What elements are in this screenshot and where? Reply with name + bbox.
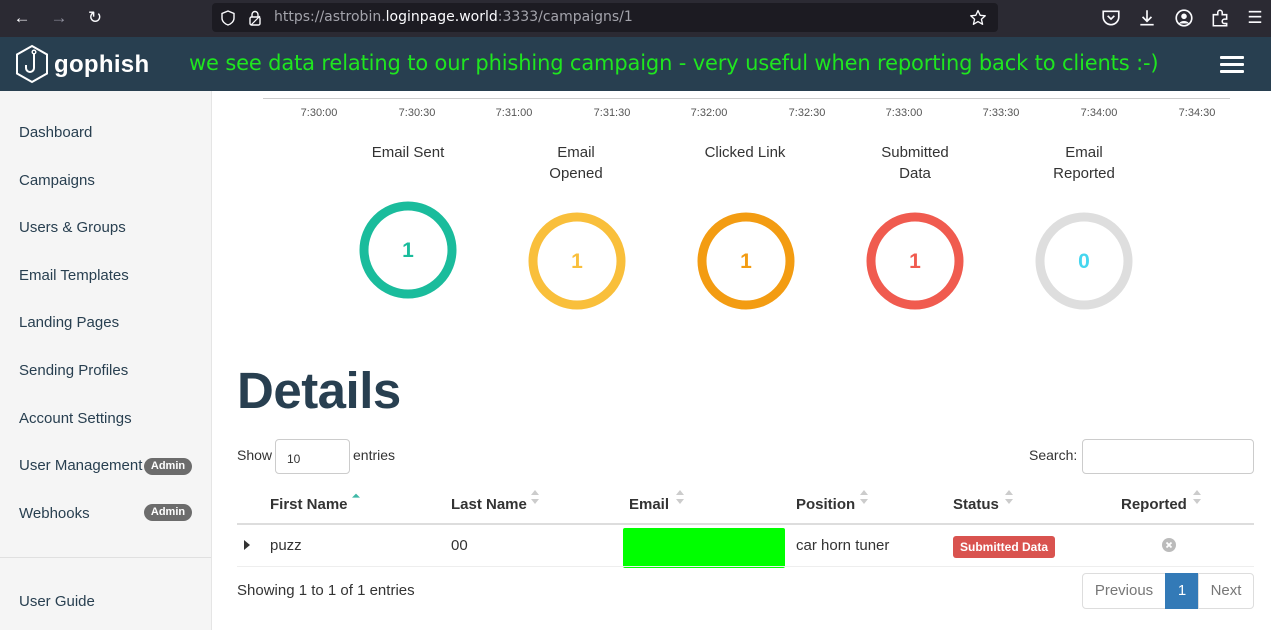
extensions-icon[interactable]: [1210, 8, 1230, 28]
stat-label: Email Opened: [549, 144, 603, 182]
show-label: Show: [237, 447, 273, 463]
app-navbar: gophish we see data relating to our phis…: [0, 37, 1271, 91]
search-input[interactable]: [1082, 439, 1254, 474]
timeline-tick: 7:33:30: [982, 107, 1020, 119]
search-label: Search:: [1029, 447, 1078, 463]
donut-value: 1: [402, 239, 414, 262]
sidebar-item-dashboard[interactable]: Dashboard: [19, 124, 92, 141]
pagination-previous[interactable]: Previous: [1082, 573, 1166, 609]
stat-label: Email Reported: [1053, 144, 1115, 182]
sidebar: Dashboard Campaigns Users & Groups Email…: [0, 91, 212, 630]
sidebar-divider: [0, 557, 211, 558]
sort-icon[interactable]: [1193, 489, 1201, 505]
forward-arrow-icon[interactable]: →: [48, 7, 70, 29]
donut-submitted-data[interactable]: 1: [864, 210, 966, 312]
table-info: Showing 1 to 1 of 1 entries: [237, 582, 415, 599]
not-reported-x-icon: [1162, 538, 1176, 552]
sort-icon[interactable]: [860, 489, 868, 505]
sidebar-item-email-templates[interactable]: Email Templates: [19, 267, 129, 284]
back-arrow-icon[interactable]: ←: [11, 7, 33, 29]
donut-value: 1: [740, 250, 752, 273]
timeline-tick: 7:34:30: [1178, 107, 1216, 119]
timeline-tick: 7:32:00: [690, 107, 728, 119]
stat-label: Clicked Link: [704, 144, 786, 161]
shield-icon[interactable]: [221, 10, 235, 26]
cell-first-name: puzz: [270, 537, 302, 554]
column-header-position[interactable]: Position: [796, 496, 855, 513]
url-text: https://astrobin.loginpage.world:3333/ca…: [274, 9, 633, 25]
timeline-tick: 7:34:00: [1080, 107, 1118, 119]
stat-email-opened: Email Opened: [533, 142, 619, 184]
entries-select[interactable]: 10: [275, 439, 350, 474]
timeline-tick: 7:31:00: [495, 107, 533, 119]
table-row-divider: [237, 566, 1254, 567]
sidebar-item-user-management[interactable]: User Management: [19, 457, 142, 474]
donut-value: 1: [571, 250, 583, 273]
gophish-hook-logo-icon[interactable]: [14, 44, 50, 84]
sidebar-item-webhooks[interactable]: Webhooks: [19, 505, 90, 522]
page-title: Details: [237, 362, 401, 419]
pocket-icon[interactable]: [1101, 8, 1121, 28]
stat-email-reported: Email Reported: [1041, 142, 1127, 184]
hamburger-menu-icon[interactable]: [1220, 56, 1244, 73]
address-bar[interactable]: https://astrobin.loginpage.world:3333/ca…: [212, 3, 998, 32]
sort-icon[interactable]: [1005, 489, 1013, 505]
account-icon[interactable]: [1174, 8, 1194, 28]
stat-clicked-link: Clicked Link: [702, 142, 788, 163]
timeline-tick: 7:32:30: [788, 107, 826, 119]
admin-badge: Admin: [144, 504, 192, 521]
stat-email-sent: Email Sent: [348, 142, 468, 163]
pagination-page-1[interactable]: 1: [1165, 573, 1199, 609]
pagination-next[interactable]: Next: [1198, 573, 1254, 609]
screenshot-annotation: we see data relating to our phishing cam…: [189, 51, 1159, 75]
menu-icon[interactable]: ☰: [1245, 8, 1265, 28]
admin-badge: Admin: [144, 458, 192, 475]
sort-icon[interactable]: [676, 489, 684, 505]
timeline-tick: 7:31:30: [593, 107, 631, 119]
entries-label: entries: [353, 447, 396, 463]
column-header-status[interactable]: Status: [953, 496, 999, 513]
sidebar-item-landing-pages[interactable]: Landing Pages: [19, 314, 119, 331]
timeline-tick: 7:33:00: [885, 107, 923, 119]
donut-email-sent[interactable]: 1: [357, 199, 459, 301]
donut-email-reported[interactable]: 0: [1033, 210, 1135, 312]
donut-clicked-link[interactable]: 1: [695, 210, 797, 312]
sort-icon[interactable]: [531, 489, 539, 505]
column-header-email[interactable]: Email: [629, 496, 669, 513]
timeline-axis: [263, 98, 1230, 99]
bookmark-star-icon[interactable]: [969, 9, 987, 26]
row-expand-caret-icon[interactable]: [244, 540, 250, 550]
column-header-reported[interactable]: Reported: [1121, 496, 1187, 513]
donut-email-opened[interactable]: 1: [526, 210, 628, 312]
sidebar-item-user-guide[interactable]: User Guide: [19, 593, 95, 610]
sort-ascending-icon[interactable]: [352, 488, 360, 504]
download-icon[interactable]: [1137, 8, 1157, 28]
stat-label: Email Sent: [371, 144, 445, 161]
browser-toolbar: ← → ↻ https://astrobin.loginpage.world:3…: [0, 0, 1271, 37]
sidebar-item-users-groups[interactable]: Users & Groups: [19, 219, 126, 236]
stat-submitted-data: Submitted Data: [872, 142, 958, 184]
status-badge: Submitted Data: [953, 536, 1056, 558]
column-header-first-name[interactable]: First Name: [270, 496, 348, 513]
timeline-tick: 7:30:00: [300, 107, 338, 119]
email-redaction: [623, 528, 785, 568]
reload-icon[interactable]: ↻: [84, 7, 106, 29]
sidebar-item-campaigns[interactable]: Campaigns: [19, 172, 95, 189]
donut-value: 1: [909, 250, 921, 273]
cell-last-name: 00: [451, 537, 468, 554]
timeline-tick: 7:30:30: [398, 107, 436, 119]
cell-position: car horn tuner: [796, 537, 890, 554]
brand-name[interactable]: gophish: [54, 51, 149, 79]
sidebar-item-sending-profiles[interactable]: Sending Profiles: [19, 362, 128, 379]
lock-icon[interactable]: [248, 10, 262, 26]
table-header-divider: [237, 523, 1254, 525]
sidebar-item-account-settings[interactable]: Account Settings: [19, 410, 132, 427]
main-content: 7:30:00 7:30:30 7:31:00 7:31:30 7:32:00 …: [212, 91, 1271, 630]
column-header-last-name[interactable]: Last Name: [451, 496, 527, 513]
donut-value: 0: [1078, 250, 1090, 273]
stat-label: Submitted Data: [881, 144, 949, 182]
